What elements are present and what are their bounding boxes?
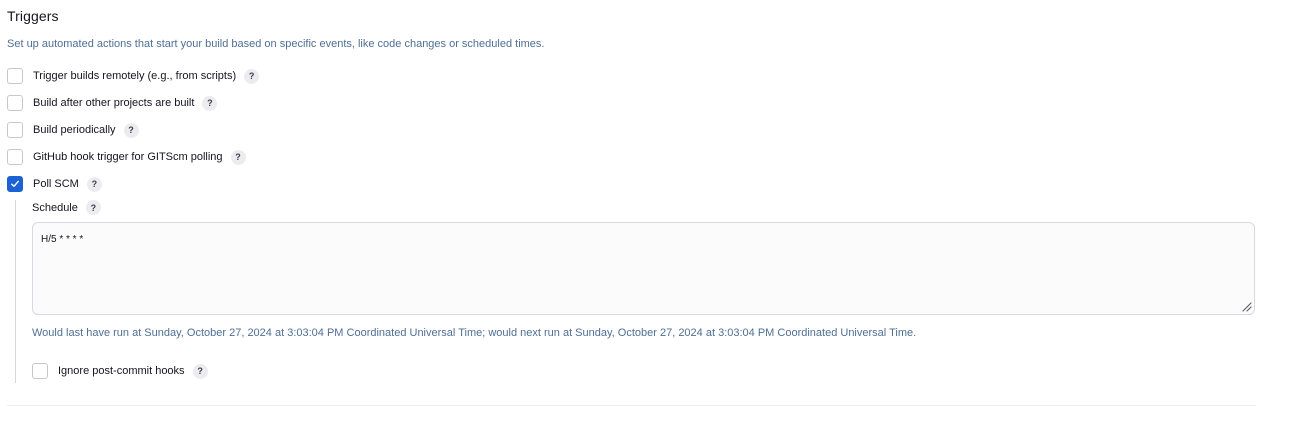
ignore-hooks-label[interactable]: Ignore post-commit hooks [58,365,185,377]
build-after-label[interactable]: Build after other projects are built [33,97,194,109]
help-icon[interactable]: ? [86,176,102,192]
help-icon[interactable]: ? [202,95,218,111]
build-periodically-label[interactable]: Build periodically [33,124,116,136]
schedule-value[interactable]: H/5 * * * * [41,234,83,245]
help-icon[interactable]: ? [244,68,260,84]
build-periodically-checkbox[interactable] [7,122,23,138]
nested-section-rule [15,200,16,383]
schedule-label-text: Schedule [32,201,78,214]
help-icon[interactable]: ? [230,149,246,165]
option-build-periodically[interactable]: Build periodically ? [7,121,139,139]
build-after-checkbox[interactable] [7,95,23,111]
section-divider [7,405,1256,406]
check-icon [11,180,19,187]
help-icon[interactable]: ? [123,122,139,138]
section-title: Triggers [7,8,59,24]
help-icon[interactable]: ? [192,363,208,379]
github-hook-checkbox[interactable] [7,149,23,165]
option-trigger-remotely[interactable]: Trigger builds remotely (e.g., from scri… [7,67,260,85]
option-poll-scm[interactable]: Poll SCM ? [7,175,102,193]
schedule-field-label: Schedule ? [32,199,101,216]
poll-scm-label[interactable]: Poll SCM [33,178,79,190]
github-hook-label[interactable]: GitHub hook trigger for GITScm polling [33,151,223,163]
schedule-textarea[interactable]: H/5 * * * * [32,222,1255,315]
option-github-hook-trigger[interactable]: GitHub hook trigger for GITScm polling ? [7,148,246,166]
trigger-remotely-checkbox[interactable] [7,68,23,84]
ignore-hooks-checkbox[interactable] [32,363,48,379]
poll-scm-checkbox[interactable] [7,176,23,192]
schedule-run-info: Would last have run at Sunday, October 2… [32,327,917,339]
option-build-after-other-projects[interactable]: Build after other projects are built ? [7,94,218,112]
help-icon[interactable]: ? [85,200,101,215]
trigger-remotely-label[interactable]: Trigger builds remotely (e.g., from scri… [33,70,236,82]
section-description: Set up automated actions that start your… [7,38,545,50]
option-ignore-post-commit-hooks[interactable]: Ignore post-commit hooks ? [32,362,208,380]
resize-grip-icon[interactable] [1240,300,1252,312]
